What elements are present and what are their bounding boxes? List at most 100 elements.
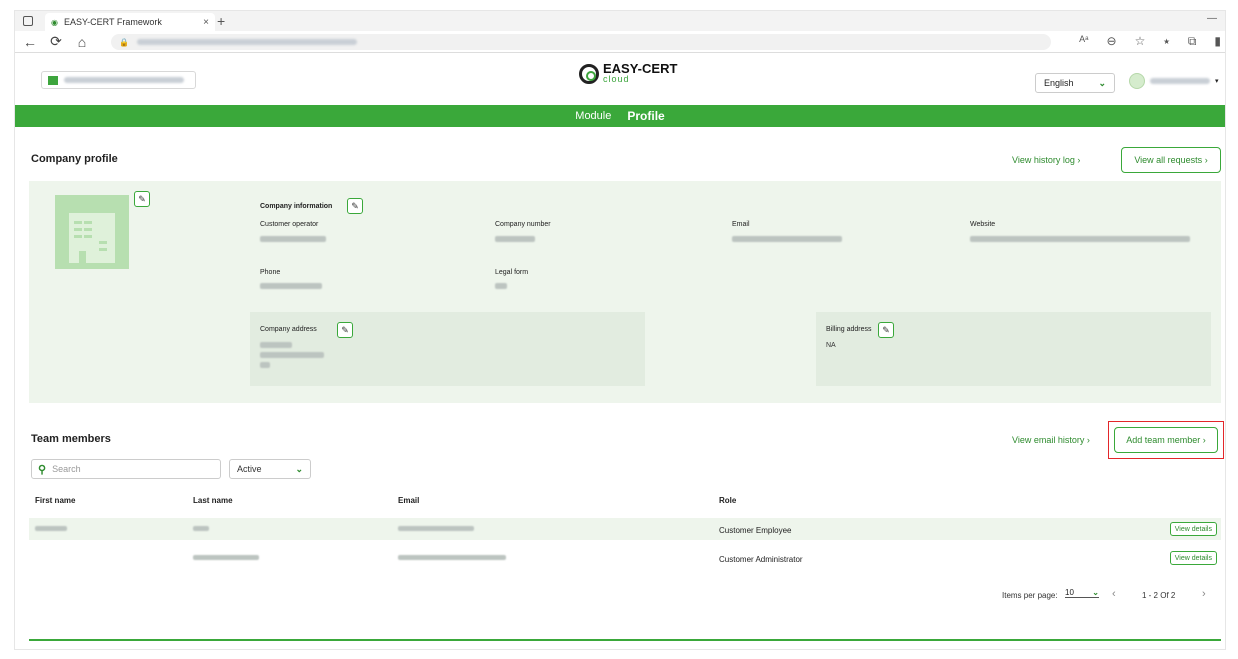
tab-title: EASY-CERT Framework — [63, 17, 162, 27]
table-row[interactable]: Customer Administrator View details — [29, 547, 1221, 569]
app-logo[interactable]: EASY-CERT cloud — [579, 61, 678, 85]
table-row[interactable]: Customer Employee View details — [29, 518, 1221, 540]
favorites-list-icon[interactable]: ⭑ — [1163, 34, 1169, 49]
status-filter-select[interactable]: Active ⌄ — [229, 459, 311, 479]
last-name-cell — [193, 526, 209, 531]
company-address-label: Company address — [260, 326, 317, 333]
company-info-label: Company information — [260, 203, 333, 210]
footer-divider — [29, 639, 1221, 641]
company-number-value — [495, 236, 535, 242]
view-all-requests-button[interactable]: View all requests › — [1121, 147, 1221, 173]
column-email[interactable]: Email — [398, 496, 419, 505]
prev-page-icon[interactable]: ‹ — [1112, 588, 1116, 600]
view-details-button[interactable]: View details — [1169, 551, 1217, 565]
phone-label: Phone — [260, 269, 281, 276]
items-per-page-select[interactable]: 10 ⌄ — [1065, 588, 1099, 598]
lock-icon: 🔒 — [119, 37, 129, 47]
company-address-box: Company address ✎ — [250, 312, 645, 386]
column-role[interactable]: Role — [719, 496, 736, 505]
email-cell — [398, 555, 506, 560]
building-icon — [69, 213, 115, 263]
view-email-history-link[interactable]: View email history › — [1012, 435, 1090, 445]
main-nav: Module Profile — [15, 105, 1225, 127]
column-first-name[interactable]: First name — [35, 496, 75, 505]
minimize-icon[interactable]: — — [1207, 13, 1217, 24]
tab-bar: ◉ EASY-CERT Framework × + — — [15, 11, 1225, 31]
language-select[interactable]: English ⌄ — [1035, 73, 1115, 93]
page-range: 1 - 2 Of 2 — [1142, 591, 1176, 600]
search-input[interactable]: ⚲ Search — [31, 459, 221, 479]
legal-form-label: Legal form — [495, 269, 529, 276]
legal-form-value — [495, 283, 507, 289]
email-cell — [398, 526, 474, 531]
edit-company-address-pencil-icon[interactable]: ✎ — [337, 322, 353, 338]
chevron-down-icon: ⌄ — [1098, 77, 1106, 88]
billing-address-value: NA — [826, 342, 836, 349]
chevron-down-icon: ⌄ — [1092, 588, 1099, 597]
company-panel: ✎ Company information ✎ Customer operato… — [29, 181, 1221, 403]
items-per-page-label: Items per page: — [1002, 591, 1058, 600]
company-logo-placeholder — [55, 195, 129, 269]
browser-tab[interactable]: ◉ EASY-CERT Framework × — [45, 13, 215, 31]
logo-main-text: EASY-CERT — [603, 61, 678, 76]
phone-value — [260, 283, 322, 289]
tab-actions-icon[interactable] — [23, 16, 33, 26]
profile-icon[interactable]: ▮ — [1214, 34, 1221, 49]
url-field[interactable]: 🔒 — [111, 34, 1051, 50]
items-per-page-value: 10 — [1065, 588, 1074, 597]
email-value — [732, 236, 842, 242]
address-bar-row: ← ⟳ ⌂ 🔒 Aᵃ ⊖ ☆ ⭑ ⧉ ▮ — [15, 31, 1225, 53]
language-value: English — [1044, 78, 1074, 88]
new-tab-icon[interactable]: + — [217, 13, 225, 29]
app-header: EASY-CERT cloud English ⌄ ▾ — [15, 53, 1225, 105]
chevron-down-icon: ⌄ — [295, 463, 303, 474]
nav-module[interactable]: Module — [575, 110, 611, 122]
edit-company-info-pencil-icon[interactable]: ✎ — [347, 198, 363, 214]
website-value — [970, 236, 1190, 242]
role-cell: Customer Administrator — [719, 555, 803, 564]
role-cell: Customer Employee — [719, 526, 792, 535]
billing-address-box: Billing address ✎ NA — [816, 312, 1211, 386]
building-icon — [48, 75, 58, 85]
read-aloud-icon[interactable]: Aᵃ — [1079, 34, 1088, 49]
customer-operator-label: Customer operator — [260, 221, 319, 228]
back-icon[interactable]: ← — [19, 34, 41, 50]
user-name — [1150, 78, 1210, 84]
refresh-icon[interactable]: ⟳ — [45, 33, 67, 50]
company-address-line2 — [260, 352, 324, 358]
tenant-selector[interactable] — [41, 71, 196, 89]
first-name-cell — [35, 526, 67, 531]
status-filter-value: Active — [237, 464, 262, 474]
browser-window: ◉ EASY-CERT Framework × + — ← ⟳ ⌂ 🔒 Aᵃ ⊖… — [14, 10, 1226, 650]
favorite-icon[interactable]: ☆ — [1135, 34, 1146, 49]
team-members-title: Team members — [31, 433, 111, 445]
last-name-cell — [193, 555, 259, 560]
website-label: Website — [970, 221, 996, 228]
search-icon: ⚲ — [38, 463, 47, 476]
view-details-button[interactable]: View details — [1169, 522, 1217, 536]
customer-operator-value — [260, 236, 326, 242]
edit-billing-address-pencil-icon[interactable]: ✎ — [878, 322, 894, 338]
edit-logo-pencil-icon[interactable]: ✎ — [134, 191, 150, 207]
collections-icon[interactable]: ⧉ — [1188, 34, 1197, 49]
highlight-box — [1108, 421, 1224, 459]
chevron-down-icon: ▾ — [1215, 78, 1219, 85]
home-icon[interactable]: ⌂ — [71, 34, 93, 50]
zoom-icon[interactable]: ⊖ — [1107, 34, 1117, 49]
tenant-name — [64, 77, 184, 83]
tab-favicon-icon: ◉ — [51, 17, 58, 27]
company-profile-title: Company profile — [31, 153, 118, 165]
email-label: Email — [732, 221, 750, 228]
logo-icon — [579, 64, 599, 84]
company-address-line1 — [260, 342, 292, 348]
browser-actions: Aᵃ ⊖ ☆ ⭑ ⧉ ▮ — [1079, 34, 1221, 49]
next-page-icon[interactable]: › — [1202, 588, 1206, 600]
view-history-log-link[interactable]: View history log › — [1012, 155, 1080, 165]
search-placeholder: Search — [52, 464, 81, 474]
company-number-label: Company number — [495, 221, 551, 228]
column-last-name[interactable]: Last name — [193, 496, 233, 505]
close-tab-icon[interactable]: × — [203, 17, 209, 28]
nav-profile[interactable]: Profile — [627, 109, 664, 123]
user-menu[interactable]: ▾ — [1129, 73, 1219, 89]
company-address-line3 — [260, 362, 270, 368]
